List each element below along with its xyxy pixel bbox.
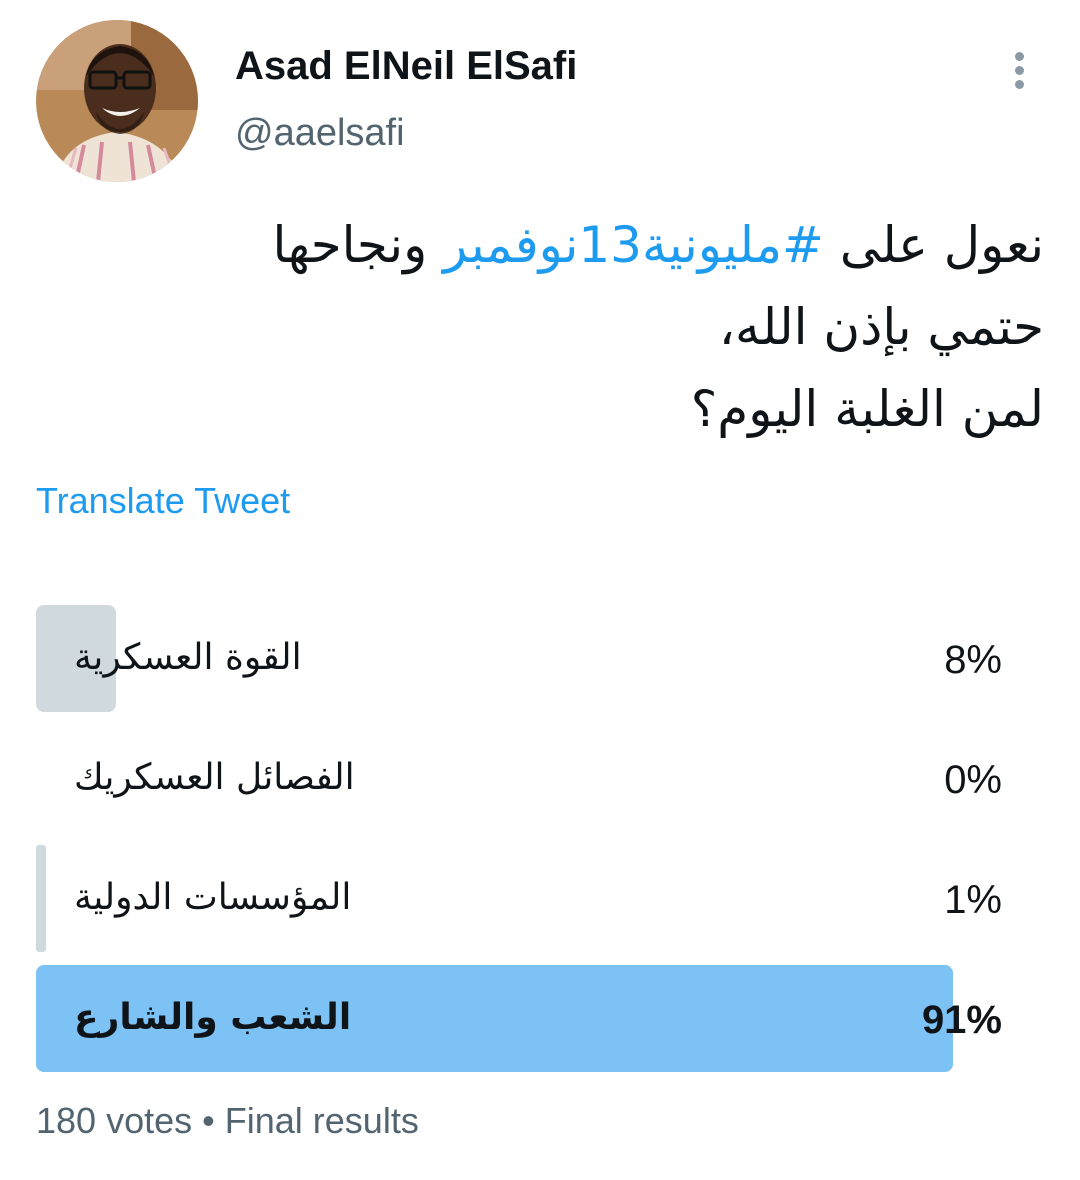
tweet-text: نعول على #مليونية13نوفمبر ونجاحها حتمي ب…: [44, 204, 1044, 450]
tweet-line-2: حتمي بإذن الله،: [718, 298, 1044, 356]
tweet-line-3: لمن الغلبة اليوم؟: [690, 380, 1044, 438]
avatar-photo: [36, 20, 198, 182]
more-options-button[interactable]: [1000, 46, 1040, 94]
poll-option-winner: الشعب والشارع 91%: [36, 965, 1044, 1072]
poll-option-label: الفصائل العسكريك: [74, 757, 355, 798]
poll-vote-count: 180 votes: [36, 1100, 193, 1141]
translate-tweet-link[interactable]: Translate Tweet: [36, 480, 290, 522]
poll-option-label: الشعب والشارع: [74, 997, 352, 1038]
poll-option: القوة العسكرية 8%: [36, 605, 1044, 712]
tweet-line-1: نعول على #مليونية13نوفمبر ونجاحها: [272, 216, 1044, 274]
poll-option-label: القوة العسكرية: [74, 637, 302, 678]
author-display-name[interactable]: Asad ElNeil ElSafi: [235, 44, 577, 89]
poll-result-bar: [36, 845, 46, 952]
poll-option-percent: 1%: [944, 878, 1002, 922]
poll-status: Final results: [224, 1100, 419, 1141]
poll-option: المؤسسات الدولية 1%: [36, 845, 1044, 952]
vertical-ellipsis-icon: [1015, 52, 1024, 61]
poll-option-percent: 8%: [944, 638, 1002, 682]
poll-option-label: المؤسسات الدولية: [74, 877, 352, 918]
poll-footer: 180 votes • Final results: [36, 1100, 419, 1142]
poll-option-percent: 91%: [921, 998, 1002, 1042]
poll-option-percent: 0%: [944, 758, 1002, 802]
author-avatar[interactable]: [36, 20, 198, 182]
poll-option: الفصائل العسكريك 0%: [36, 725, 1044, 832]
hashtag-link[interactable]: #مليونية13نوفمبر: [443, 216, 824, 274]
poll-footer-separator: •: [202, 1100, 215, 1141]
author-handle[interactable]: @aaelsafi: [235, 112, 405, 155]
